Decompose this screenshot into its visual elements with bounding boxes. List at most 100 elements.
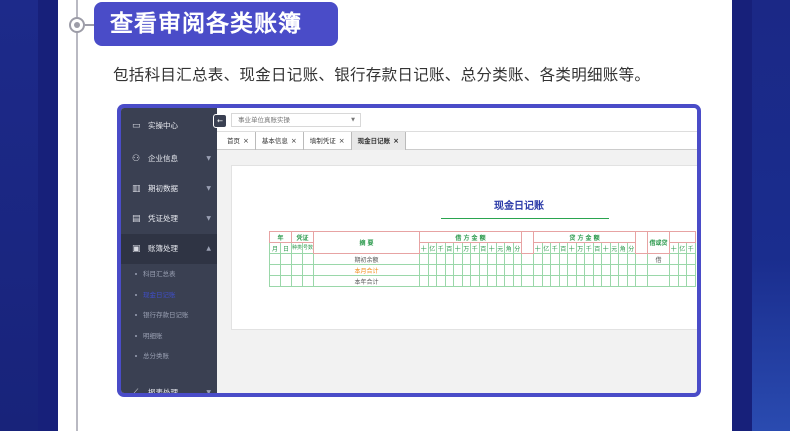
timeline-line	[76, 0, 78, 431]
sidebar-item-ledger[interactable]: ▣ 账簿处理 ▲	[121, 234, 217, 264]
digit-header: 百	[478, 242, 488, 254]
sidebar-item-label: 企业信息	[148, 154, 178, 163]
row-debit-or-credit	[647, 275, 670, 287]
people-icon: ⚇	[132, 154, 141, 164]
close-icon[interactable]: ×	[339, 137, 345, 145]
sidebar-subitem-detail-ledger[interactable]: 明细账	[121, 326, 217, 347]
tab-home[interactable]: 首页 ×	[221, 132, 256, 150]
ledger-title: 现金日记账	[494, 201, 544, 212]
ledger-document: 现金日记账 年 凭证 摘 要 借 方 金 额 贷 方 金 额 借或贷 月 日 种…	[231, 165, 697, 330]
digit-header: 百	[558, 242, 568, 254]
digit-header: 分	[626, 242, 636, 254]
bar-chart-icon: ▥	[132, 184, 141, 194]
tab-fill-voucher[interactable]: 填制凭证 ×	[304, 132, 352, 150]
sidebar-item-report[interactable]: ⟋ 报表处理 ▼	[121, 378, 217, 393]
background-left-strip	[38, 0, 58, 431]
app-window: ▭ 实操中心 ⚇ 企业信息 ▼ ▥ 期初数据 ▼ ▤ 凭证处理 ▼ ▣ 账簿处理…	[121, 108, 697, 393]
sidebar-item-label: 报表处理	[148, 388, 178, 393]
digit-header: 十	[419, 242, 429, 254]
tab-cash-journal[interactable]: 现金日记账 ×	[351, 132, 406, 150]
digit-header: 亿	[677, 242, 687, 254]
digit-header: 千	[470, 242, 480, 254]
gap-cell	[635, 231, 648, 254]
header-type: 种类	[291, 242, 303, 254]
digit-header: 十	[601, 242, 611, 254]
sidebar-item-voucher[interactable]: ▤ 凭证处理 ▼	[121, 204, 217, 234]
digit-header: 千	[686, 242, 696, 254]
chevron-down-icon: ▼	[206, 215, 211, 222]
close-icon[interactable]: ×	[291, 137, 297, 145]
sidebar-item-company-info[interactable]: ⚇ 企业信息 ▼	[121, 144, 217, 174]
digit-header: 十	[669, 242, 679, 254]
close-icon[interactable]: ×	[243, 137, 249, 145]
chevron-up-icon: ▲	[206, 245, 211, 252]
header-day: 日	[280, 242, 292, 254]
digit-header: 角	[618, 242, 628, 254]
sidebar: ▭ 实操中心 ⚇ 企业信息 ▼ ▥ 期初数据 ▼ ▤ 凭证处理 ▼ ▣ 账簿处理…	[121, 108, 217, 393]
section-description: 包括科目汇总表、现金日记账、银行存款日记账、总分类账、各类明细账等。	[113, 66, 651, 84]
section-title: 查看审阅各类账簿	[94, 2, 338, 46]
digit-header: 万	[461, 242, 471, 254]
digit-header: 元	[609, 242, 619, 254]
row-summary: 本月合计	[313, 264, 420, 276]
tab-bar: 首页 × 基本信息 × 填制凭证 × 现金日记账 ×	[217, 132, 697, 150]
content-card: 查看审阅各类账簿 包括科目汇总表、现金日记账、银行存款日记账、总分类账、各类明细…	[58, 0, 732, 431]
sidebar-subitem-summary-table[interactable]: 科目汇总表	[121, 264, 217, 285]
digit-header: 百	[592, 242, 602, 254]
book-icon: ▣	[132, 244, 141, 254]
digit-header: 十	[453, 242, 463, 254]
bullet-icon	[135, 334, 137, 337]
unit-select[interactable]: 事业单位真账实操 ▼	[231, 113, 361, 127]
sidebar-subitem-cash-journal[interactable]: 现金日记账	[121, 285, 217, 306]
sidebar-subitem-general-ledger[interactable]: 总分类账	[121, 346, 217, 367]
monitor-icon: ▭	[132, 121, 141, 131]
digit-header: 亿	[427, 242, 437, 254]
caret-down-icon: ▼	[351, 117, 355, 123]
sidebar-item-label: 期初数据	[148, 184, 178, 193]
row-summary: 本年合计	[313, 275, 420, 287]
bullet-icon	[135, 293, 137, 296]
digit-header: 亿	[541, 242, 551, 254]
digit-header: 十	[533, 242, 543, 254]
digit-header: 角	[504, 242, 514, 254]
digit-header: 元	[495, 242, 505, 254]
gap-cell	[521, 231, 534, 254]
header-voucher: 凭证	[291, 231, 314, 243]
bullet-icon	[135, 314, 137, 316]
digit-header: 分	[512, 242, 522, 254]
voucher-icon: ▤	[132, 214, 141, 224]
digit-header: 千	[550, 242, 560, 254]
sidebar-item-opening-data[interactable]: ▥ 期初数据 ▼	[121, 174, 217, 204]
digit-header: 百	[444, 242, 454, 254]
sidebar-collapse-button[interactable]: ←	[213, 114, 227, 128]
bullet-icon	[135, 355, 137, 357]
digit-header: 千	[584, 242, 594, 254]
tab-basic-info[interactable]: 基本信息 ×	[256, 132, 304, 150]
row-debit-or-credit	[647, 264, 670, 276]
header-balance	[669, 231, 696, 243]
row-debit-or-credit: 借	[647, 253, 670, 265]
header-month: 月	[269, 242, 281, 254]
sidebar-item-label: 凭证处理	[148, 214, 178, 223]
ledger-title-underline	[441, 218, 609, 219]
timeline-dot-icon	[69, 17, 85, 33]
close-icon[interactable]: ×	[393, 137, 399, 145]
sidebar-subitem-bank-journal[interactable]: 银行存款日记账	[121, 305, 217, 326]
digit-header: 十	[567, 242, 577, 254]
chevron-down-icon: ▼	[206, 389, 211, 393]
table-row: 本月合计	[269, 264, 696, 276]
chevron-down-icon: ▼	[206, 155, 211, 162]
header-year: 年	[269, 231, 292, 243]
digit-header: 十	[487, 242, 497, 254]
header-debit-or-credit: 借或贷	[647, 231, 670, 254]
header-debit: 借 方 金 额	[419, 231, 522, 243]
header-summary: 摘 要	[313, 231, 420, 254]
sidebar-item-practice-center[interactable]: ▭ 实操中心	[121, 108, 217, 144]
top-bar: 事业单位真账实操 ▼	[217, 108, 697, 132]
chevron-down-icon: ▼	[206, 185, 211, 192]
report-chart-icon: ⟋	[132, 388, 139, 393]
sidebar-item-label: 账簿处理	[148, 244, 178, 253]
ledger-table: 年 凭证 摘 要 借 方 金 额 贷 方 金 额 借或贷 月 日 种类 号数 十…	[269, 231, 696, 287]
digit-header: 万	[575, 242, 585, 254]
screenshot-frame: ▭ 实操中心 ⚇ 企业信息 ▼ ▥ 期初数据 ▼ ▤ 凭证处理 ▼ ▣ 账簿处理…	[117, 104, 701, 397]
